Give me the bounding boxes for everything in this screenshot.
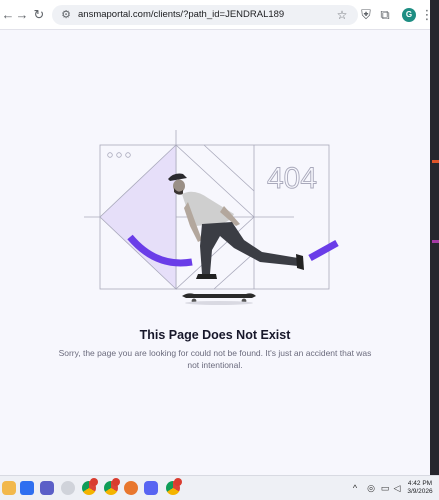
profile-avatar[interactable]: G <box>402 8 416 22</box>
404-code-text: 404 <box>267 162 317 195</box>
url-text[interactable]: ansmaportal.com/clients/?path_id=JENDRAL… <box>78 9 284 20</box>
site-info-icon[interactable]: ⚙ <box>58 7 74 23</box>
desktop-accent-mark <box>432 240 439 243</box>
notification-badge <box>90 478 98 486</box>
search-app-icon[interactable] <box>61 481 75 495</box>
reload-icon[interactable]: ↻ <box>31 7 47 23</box>
404-illustration: 404 <box>84 130 339 305</box>
shield-icon[interactable]: ⛨ <box>358 7 374 23</box>
chevron-up-icon[interactable]: ^ <box>350 483 360 493</box>
volume-icon[interactable]: ◁ <box>392 483 402 493</box>
browser-window: ← → ↻ ⚙ ansmaportal.com/clients/?path_id… <box>0 0 434 475</box>
accent-bar <box>308 239 339 262</box>
illustration-panel <box>99 144 177 290</box>
vlc-icon[interactable] <box>124 481 138 495</box>
error-message: Sorry, the page you are looking for coul… <box>58 348 372 370</box>
desktop-background-strip <box>430 0 439 475</box>
window-dot-icon <box>116 152 122 158</box>
grid-line <box>213 252 255 290</box>
discord-icon[interactable] <box>144 481 158 495</box>
extensions-icon[interactable]: ⧉ <box>377 7 393 23</box>
os-taskbar: ^ ◎ ▭ ◁ 4:42 PM 3/9/2026 <box>0 475 439 500</box>
notification-badge <box>112 478 120 486</box>
display-icon[interactable]: ▭ <box>380 483 390 493</box>
browser-toolbar: ← → ↻ ⚙ ansmaportal.com/clients/?path_id… <box>0 0 434 30</box>
window-dot-icon <box>125 152 131 158</box>
forward-icon[interactable]: → <box>14 7 30 23</box>
network-icon[interactable]: ◎ <box>366 483 376 493</box>
notification-badge <box>174 478 182 486</box>
desktop-accent-mark <box>432 160 439 163</box>
clock-time: 4:42 PM <box>407 480 433 487</box>
bookmark-star-icon[interactable]: ☆ <box>334 7 350 23</box>
grid-line <box>203 144 255 192</box>
app-blue-icon[interactable] <box>20 481 34 495</box>
window-dot-icon <box>107 152 113 158</box>
clock-date: 3/9/2026 <box>407 488 433 495</box>
page-title: This Page Does Not Exist <box>139 328 291 342</box>
teams-icon[interactable] <box>40 481 54 495</box>
address-bar[interactable]: ⚙ ansmaportal.com/clients/?path_id=JENDR… <box>52 5 358 25</box>
file-explorer-icon[interactable] <box>2 481 16 495</box>
system-clock[interactable]: 4:42 PM 3/9/2026 <box>404 480 436 496</box>
